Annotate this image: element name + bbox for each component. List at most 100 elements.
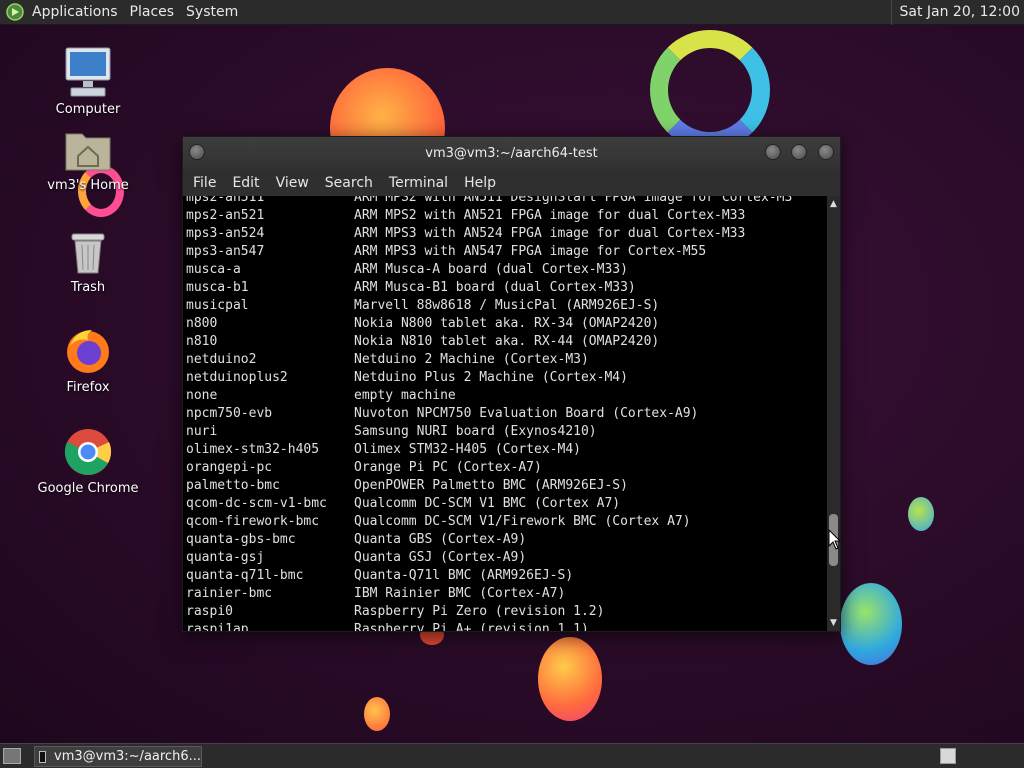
maximize-button[interactable] [791,144,807,160]
terminal-line: quanta-gbs-bmc Quanta GBS (Cortex-A9) [186,531,792,549]
terminal-line: raspi1ap Raspberry Pi A+ (revision 1.1) [186,621,792,631]
terminal-line: orangepi-pc Orange Pi PC (Cortex-A7) [186,459,792,477]
terminal-window[interactable]: vm3@vm3:~/aarch64-test File Edit View Se… [182,136,841,632]
desktop-icon-computer[interactable]: Computer [33,46,143,117]
machine-description: Qualcomm DC-SCM V1/Firework BMC (Cortex … [354,514,691,529]
taskbar-terminal-button[interactable]: vm3@vm3:~/aarch6... [34,746,202,767]
machine-name: raspi1ap [186,622,249,631]
machine-name: n810 [186,334,218,349]
top-panel: Applications Places System Sat Jan 20, 1… [0,0,1024,25]
clock[interactable]: Sat Jan 20, 12:00 [890,0,1020,25]
terminal-line: olimex-stm32-h405 Olimex STM32-H405 (Cort… [186,441,792,459]
desktop-icon-firefox[interactable]: Firefox [33,326,143,395]
places-menu[interactable]: Places [130,4,175,20]
terminal-line: qcom-firework-bmc Qualcomm DC-SCM V1/Fire… [186,513,792,531]
machine-name: netduino2 [186,352,257,367]
terminal-line: n810 Nokia N810 tablet aka. RX-44 (OMAP24… [186,333,792,351]
machine-description: Olimex STM32-H405 (Cortex-M4) [354,442,581,457]
os-logo-icon[interactable] [6,3,24,21]
machine-description: Netduino 2 Machine (Cortex-M3) [354,352,589,367]
machine-name: netduinoplus2 [186,370,288,385]
terminal-lines: mps2-an511 ARM MPS2 with AN511 DesignStar… [186,196,792,631]
machine-description: Raspberry Pi Zero (revision 1.2) [354,604,605,619]
machine-name: rainier-bmc [186,586,273,601]
machine-description: Qualcomm DC-SCM V1 BMC (Cortex A7) [354,496,621,511]
window-menu-button[interactable] [189,144,205,160]
terminal-output[interactable]: mps2-an511 ARM MPS2 with AN511 DesignStar… [183,196,827,631]
terminal-line: mps2-an521 ARM MPS2 with AN521 FPGA image… [186,207,792,225]
machine-name: n800 [186,316,218,331]
terminal-line: mps3-an547 ARM MPS3 with AN547 FPGA image… [186,243,792,261]
machine-name: mps2-an521 [186,208,265,223]
machine-description: Netduino Plus 2 Machine (Cortex-M4) [354,370,628,385]
menu-view[interactable]: View [276,173,309,193]
desktop-icon-chrome[interactable]: Google Chrome [33,427,143,496]
desktop-icon-home[interactable]: vm3's Home [33,128,143,193]
terminal-icon [39,750,47,763]
terminal-line: musicpal Marvell 88w8618 / MusicPal (ARM9… [186,297,792,315]
terminal-line: raspi0 Raspberry Pi Zero (revision 1.2) [186,603,792,621]
machine-description: ARM MPS2 with AN511 DesignStart FPGA ima… [354,196,793,205]
show-desktop-icon[interactable] [3,748,21,764]
system-menu[interactable]: System [186,4,238,20]
desktop-icon-trash[interactable]: Trash [33,230,143,295]
menu-terminal[interactable]: Terminal [389,173,448,193]
workspace-switcher[interactable] [940,748,956,764]
window-titlebar[interactable]: vm3@vm3:~/aarch64-test [183,137,840,169]
terminal-menubar: File Edit View Search Terminal Help [183,169,840,196]
terminal-scrollbar[interactable]: ▲ ▼ [827,196,840,631]
scroll-down-arrow-icon[interactable]: ▼ [827,617,840,629]
window-title: vm3@vm3:~/aarch64-test [425,145,598,161]
terminal-line: quanta-gsj Quanta GSJ (Cortex-A9) [186,549,792,567]
terminal-line: nuri Samsung NURI board (Exynos4210) [186,423,792,441]
decor-ring [650,30,770,150]
terminal-line: npcm750-evb Nuvoton NPCM750 Evaluation Bo… [186,405,792,423]
machine-description: ARM MPS2 with AN521 FPGA image for dual … [354,208,746,223]
menu-help[interactable]: Help [464,173,496,193]
terminal-line: quanta-q71l-bmc Quanta-Q71l BMC (ARM926EJ… [186,567,792,585]
home-folder-icon [65,133,111,171]
menu-file[interactable]: File [193,173,216,193]
machine-name: nuri [186,424,218,439]
machine-name: mps3-an524 [186,226,265,241]
menu-edit[interactable]: Edit [232,173,259,193]
machine-name: qcom-dc-scm-v1-bmc [186,496,327,511]
terminal-line: mps2-an511 ARM MPS2 with AN511 DesignStar… [186,196,792,207]
machine-description: Raspberry Pi A+ (revision 1.1) [354,622,589,631]
machine-description: IBM Rainier BMC (Cortex-A7) [354,586,566,601]
terminal-line: palmetto-bmc OpenPOWER Palmetto BMC (ARM9… [186,477,792,495]
machine-description: Marvell 88w8618 / MusicPal (ARM926EJ-S) [354,298,660,313]
terminal-line: n800 Nokia N800 tablet aka. RX-34 (OMAP24… [186,315,792,333]
machine-name: musicpal [186,298,249,313]
menu-search[interactable]: Search [325,173,373,193]
machine-description: ARM MPS3 with AN547 FPGA image for Corte… [354,244,707,259]
machine-name: qcom-firework-bmc [186,514,320,529]
machine-description: Quanta GSJ (Cortex-A9) [354,550,527,565]
machine-description: Quanta-Q71l BMC (ARM926EJ-S) [354,568,574,583]
applications-menu[interactable]: Applications [32,4,118,20]
machine-description: Nokia N810 tablet aka. RX-44 (OMAP2420) [354,334,660,349]
terminal-line: netduinoplus2 Netduino Plus 2 Machine (Co… [186,369,792,387]
machine-name: palmetto-bmc [186,478,280,493]
machine-name: orangepi-pc [186,460,273,475]
scroll-up-arrow-icon[interactable]: ▲ [827,198,840,210]
machine-description: Orange Pi PC (Cortex-A7) [354,460,542,475]
trash-icon [71,233,105,274]
machine-name: mps2-an511 [186,196,265,205]
desktop-icon-label: vm3's Home [47,178,129,193]
machine-name: npcm750-evb [186,406,273,421]
machine-description: Quanta GBS (Cortex-A9) [354,532,527,547]
terminal-line: qcom-dc-scm-v1-bmc Qualcomm DC-SCM V1 BMC… [186,495,792,513]
close-button[interactable] [818,144,834,160]
taskbar-button-label: vm3@vm3:~/aarch6... [54,749,201,764]
terminal-line: none empty machine [186,387,792,405]
machine-name: musca-b1 [186,280,249,295]
machine-description: ARM Musca-B1 board (dual Cortex-M33) [354,280,636,295]
desktop-icon-label: Trash [70,280,106,295]
desktop-icon-label: Firefox [66,380,110,395]
machine-description: empty machine [354,388,456,403]
machine-name: musca-a [186,262,241,277]
machine-name: olimex-stm32-h405 [186,442,320,457]
computer-icon [65,47,111,97]
minimize-button[interactable] [765,144,781,160]
